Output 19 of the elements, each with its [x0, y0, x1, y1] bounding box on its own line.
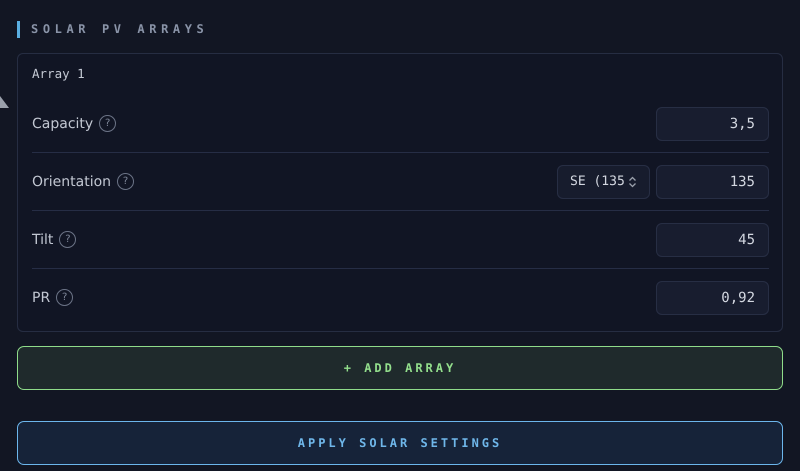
number-input[interactable]: 135: [656, 164, 769, 198]
chevron-updown-icon: [628, 176, 637, 188]
field-label: Tilt: [32, 232, 54, 248]
array-title: Array 1: [32, 66, 86, 81]
number-input[interactable]: 3,5: [656, 106, 769, 140]
help-icon[interactable]: ?: [99, 115, 116, 132]
add-array-button[interactable]: + ADD ARRAY: [17, 346, 783, 390]
help-icon[interactable]: ?: [117, 173, 134, 190]
select-field[interactable]: SE (135: [557, 164, 650, 198]
number-input[interactable]: 0,92: [656, 280, 769, 314]
help-icon[interactable]: ?: [56, 289, 74, 306]
triangle-icon: [0, 96, 9, 108]
field-label: PR: [32, 290, 50, 306]
field-label: Orientation: [32, 174, 112, 190]
help-icon[interactable]: ?: [59, 231, 76, 248]
apply-button[interactable]: APPLY SOLAR SETTINGS: [17, 421, 783, 465]
field-label: Capacity: [32, 116, 94, 132]
number-input[interactable]: 45: [656, 222, 769, 256]
section-title: SOLAR PV ARRAYS: [31, 22, 208, 36]
